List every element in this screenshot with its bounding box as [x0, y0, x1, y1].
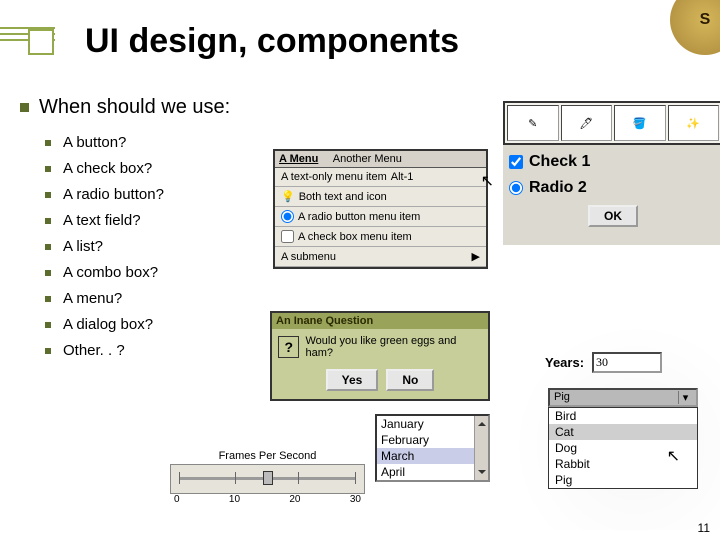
title-decoration	[0, 25, 55, 85]
menubar-item[interactable]: Another Menu	[333, 153, 402, 165]
combo-example[interactable]: Pig ▾ Bird Cat Dog Rabbit Pig ↖	[548, 388, 698, 489]
spray-tool-icon[interactable]: ✨	[668, 105, 720, 141]
list-item: A radio button?	[63, 182, 164, 208]
slider-tick-label: 30	[350, 494, 361, 505]
list-item-selected[interactable]: March	[377, 448, 488, 464]
tool-palette: ✎ 🖊 🪣 ✨	[503, 101, 720, 145]
list-example[interactable]: January February March April	[375, 414, 490, 482]
lightbulb-icon: 💡	[281, 190, 295, 203]
bullet-icon	[45, 140, 51, 146]
no-button[interactable]: No	[386, 369, 434, 391]
slider-label: Frames Per Second	[170, 450, 365, 462]
page-number: 11	[698, 521, 710, 535]
paint-tool-icon[interactable]: 🖊	[561, 105, 613, 141]
scrollbar[interactable]	[474, 416, 488, 480]
bullet-icon	[45, 244, 51, 250]
ok-button[interactable]: OK	[588, 205, 638, 227]
controls-panel: ✎ 🖊 🪣 ✨ Check 1 Radio 2 OK	[503, 101, 720, 245]
menubar-item[interactable]: A Menu	[279, 153, 318, 165]
bullet-icon	[45, 322, 51, 328]
slider-track[interactable]	[170, 464, 365, 494]
combo-option[interactable]: Pig	[549, 472, 697, 488]
question-icon: ?	[278, 336, 299, 358]
menu-example: A Menu Another Menu A text-only menu ite…	[273, 149, 488, 269]
list-item: A button?	[63, 130, 126, 156]
menu-item[interactable]: 💡 Both text and icon	[275, 187, 486, 207]
menubar[interactable]: A Menu Another Menu	[275, 151, 486, 168]
checkbox[interactable]	[509, 155, 523, 169]
slider-example: Frames Per Second 0 10 20 30	[170, 450, 365, 505]
shortcut-label: Alt-1	[391, 171, 414, 183]
chevron-down-icon[interactable]: ▾	[678, 391, 692, 404]
list-item: Other. . ?	[63, 338, 125, 364]
bullet-icon	[45, 296, 51, 302]
radio-label: Radio 2	[529, 179, 587, 197]
list-item: A dialog box?	[63, 312, 153, 338]
check-label: Check 1	[529, 153, 590, 171]
list-item: A text field?	[63, 208, 141, 234]
bullet-icon	[45, 192, 51, 198]
combo-selected[interactable]: Pig ▾	[548, 388, 698, 407]
years-field-group: Years:	[545, 352, 662, 373]
cursor-icon: ↖	[481, 171, 494, 191]
dialog-example: An Inane Question ? Would you like green…	[270, 311, 490, 401]
combo-option[interactable]: Cat	[549, 424, 697, 440]
list-item: A check box?	[63, 156, 152, 182]
bucket-tool-icon[interactable]: 🪣	[614, 105, 666, 141]
slider-tick-label: 20	[289, 494, 300, 505]
combo-option[interactable]: Bird	[549, 408, 697, 424]
list-item: A combo box?	[63, 260, 158, 286]
slider-tick-label: 10	[229, 494, 240, 505]
bullet-list: A button? A check box? A radio button? A…	[45, 130, 164, 364]
years-label: Years:	[545, 355, 584, 370]
bullet-icon	[45, 218, 51, 224]
subtitle: When should we use:	[39, 96, 230, 119]
dialog-title: An Inane Question	[272, 313, 488, 329]
years-input[interactable]	[592, 352, 662, 373]
menu-item-submenu[interactable]: A submenu ▶	[275, 247, 486, 267]
list-item[interactable]: April	[377, 464, 488, 480]
slider-tick-label: 0	[174, 494, 180, 505]
bullet-icon	[45, 348, 51, 354]
slide-title: UI design, components	[85, 22, 459, 61]
menu-item-radio[interactable]: A radio button menu item	[275, 207, 486, 227]
bullet-icon	[45, 166, 51, 172]
radio[interactable]	[509, 181, 523, 195]
cursor-icon: ↖	[667, 446, 680, 466]
pencil-tool-icon[interactable]: ✎	[507, 105, 559, 141]
list-item: A list?	[63, 234, 103, 260]
bullet-icon	[45, 270, 51, 276]
radio-icon[interactable]	[281, 210, 294, 223]
slider-thumb[interactable]	[263, 471, 273, 485]
slide-badge: S	[670, 0, 720, 55]
menu-item[interactable]: A text-only menu item Alt-1	[275, 168, 486, 187]
yes-button[interactable]: Yes	[326, 369, 379, 391]
list-item[interactable]: February	[377, 432, 488, 448]
list-item[interactable]: January	[377, 416, 488, 432]
menu-item-check[interactable]: A check box menu item	[275, 227, 486, 247]
checkbox-icon[interactable]	[281, 230, 294, 243]
dialog-message: Would you like green eggs and ham?	[305, 335, 482, 359]
bullet-icon	[20, 103, 29, 112]
list-item: A menu?	[63, 286, 122, 312]
chevron-right-icon: ▶	[472, 250, 480, 263]
